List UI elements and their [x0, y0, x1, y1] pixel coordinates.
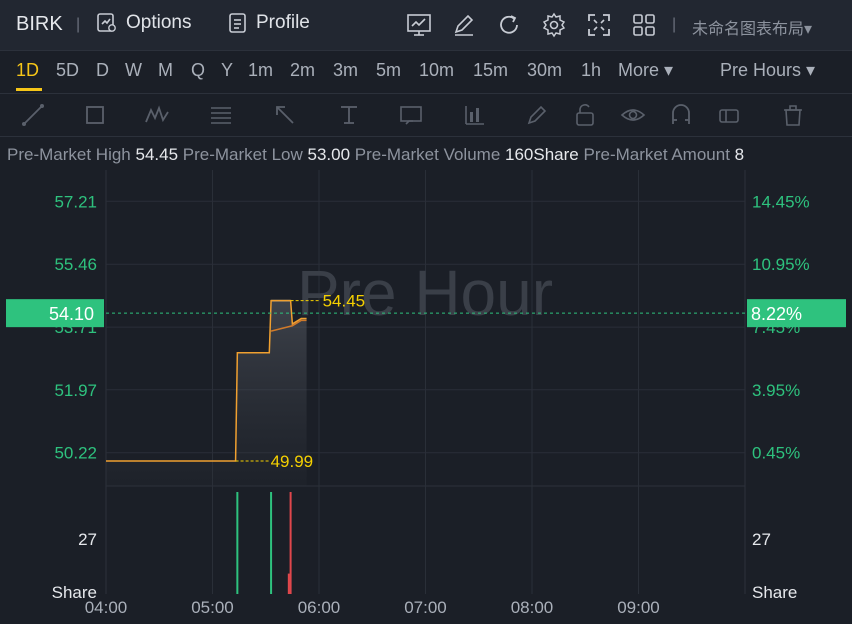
chart-grid	[105, 170, 746, 594]
premarket-high-label: Pre-Market High	[7, 145, 131, 164]
volume-bar	[270, 492, 273, 594]
premarket-amount-label: Pre-Market Amount	[583, 145, 730, 164]
axis-labels: 04:00 05:00 06:00 07:00 08:00 09:0057.21 14.45…	[52, 192, 810, 617]
x-tick-label: 08:00	[511, 598, 554, 617]
premarket-amount-value: 8	[734, 145, 745, 164]
magnet-icon[interactable]	[668, 102, 694, 128]
timeframe-5m[interactable]: 5m	[376, 60, 401, 81]
x-tick-label: 07:00	[404, 598, 447, 617]
timeframe-1h[interactable]: 1h	[581, 60, 601, 81]
volume-tick-label: 27	[78, 530, 97, 549]
settings-gear-icon[interactable]	[541, 12, 567, 38]
fullscreen-icon[interactable]	[586, 12, 612, 38]
toolbar-divider: |	[76, 16, 81, 33]
profile-icon	[229, 13, 246, 33]
y-pct-tick-label: 14.45%	[752, 192, 810, 211]
eraser-icon[interactable]	[716, 102, 742, 128]
pattern-tool-icon[interactable]	[144, 102, 170, 128]
x-tick-label: 05:00	[191, 598, 234, 617]
timeframe-1m[interactable]: 1m	[248, 60, 273, 81]
grid-layout-icon[interactable]	[631, 12, 657, 38]
timeframe-bar: 1D 5D D W M Q Y 1m 2m 3m 5m 10m 15m 30m …	[0, 51, 852, 94]
premarket-volume-label: Pre-Market Volume	[354, 145, 501, 164]
y-tick-label: 55.46	[54, 255, 97, 274]
text-tool-icon[interactable]	[336, 102, 362, 128]
layout-selector[interactable]: 未命名图表布局▾	[692, 15, 812, 39]
premarket-volume-value: 160Share	[505, 145, 579, 164]
measure-tool-icon[interactable]	[462, 102, 488, 128]
low-marker-label: 49.99	[271, 452, 314, 471]
x-tick-label: 06:00	[298, 598, 341, 617]
timeframe-y[interactable]: Y	[221, 60, 233, 81]
profile-label: Profile	[256, 12, 310, 33]
rectangle-tool-icon[interactable]	[82, 102, 108, 128]
volume-bar	[287, 573, 290, 594]
timeframe-1d[interactable]: 1D	[16, 60, 39, 81]
session-select[interactable]: Pre Hours ▾	[720, 60, 815, 81]
volume-unit-label-right: Share	[752, 583, 797, 602]
timeframe-5d[interactable]: 5D	[56, 60, 79, 81]
toolbar-divider-2: |	[672, 16, 677, 33]
refresh-icon[interactable]	[496, 12, 522, 38]
trend-line-icon[interactable]	[20, 102, 46, 128]
top-toolbar: BIRK | Options Profile | 未命名图表布局▾	[0, 0, 852, 51]
premarket-info-bar: Pre-Market High 54.45 Pre-Market Low 53.…	[0, 140, 852, 170]
fib-tool-icon[interactable]	[208, 102, 234, 128]
x-tick-label: 09:00	[617, 598, 660, 617]
options-icon	[97, 13, 116, 32]
y-pct-tick-label: 0.45%	[752, 444, 800, 463]
profile-button[interactable]: Profile	[228, 12, 310, 34]
y-pct-tick-label: 3.95%	[752, 381, 800, 400]
y-tick-label: 53.71	[54, 318, 97, 337]
timeframe-q[interactable]: Q	[191, 60, 205, 81]
premarket-low-label: Pre-Market Low	[182, 145, 303, 164]
annotation-tool-icon[interactable]	[398, 102, 424, 128]
trash-icon[interactable]	[780, 102, 806, 128]
volume-unit-label: Share	[52, 583, 97, 602]
active-timeframe-indicator	[16, 88, 42, 91]
timeframe-3m[interactable]: 3m	[333, 60, 358, 81]
volume-bar	[289, 492, 292, 594]
timeframe-d[interactable]: D	[96, 60, 109, 81]
y-pct-tick-label: 10.95%	[752, 255, 810, 274]
timeframe-m[interactable]: M	[158, 60, 173, 81]
arrow-tool-icon[interactable]	[272, 102, 298, 128]
drawing-toolbar	[0, 94, 852, 137]
premarket-high-value: 54.45	[135, 145, 179, 164]
brush-icon[interactable]	[524, 102, 550, 128]
timeframe-w[interactable]: W	[125, 60, 142, 81]
options-label: Options	[126, 12, 192, 33]
y-tick-label: 57.21	[54, 192, 97, 211]
high-marker-label: 54.45	[323, 292, 366, 311]
timeframe-10m[interactable]: 10m	[419, 60, 454, 81]
timeframe-15m[interactable]: 15m	[473, 60, 508, 81]
y-tick-label: 50.22	[54, 444, 97, 463]
volume-bar	[236, 492, 239, 594]
volume-tick-label-right: 27	[752, 530, 771, 549]
price-chart[interactable]: Pre Hour 54.4549.9954.10 8.22% 04:00 05:00…	[0, 170, 852, 624]
timeframe-2m[interactable]: 2m	[290, 60, 315, 81]
options-button[interactable]: Options	[96, 12, 191, 34]
premarket-low-value: 53.00	[307, 145, 351, 164]
timeframe-30m[interactable]: 30m	[527, 60, 562, 81]
timeframe-more-dropdown[interactable]: More ▾	[618, 60, 673, 81]
symbol-title[interactable]: BIRK	[16, 13, 63, 36]
y-pct-tick-label: 7.45%	[752, 318, 800, 337]
draw-pen-icon[interactable]	[451, 12, 477, 38]
y-tick-label: 51.97	[54, 381, 97, 400]
eye-visibility-icon[interactable]	[620, 102, 646, 128]
indicator-icon[interactable]	[406, 12, 432, 38]
unlock-icon[interactable]	[572, 102, 598, 128]
